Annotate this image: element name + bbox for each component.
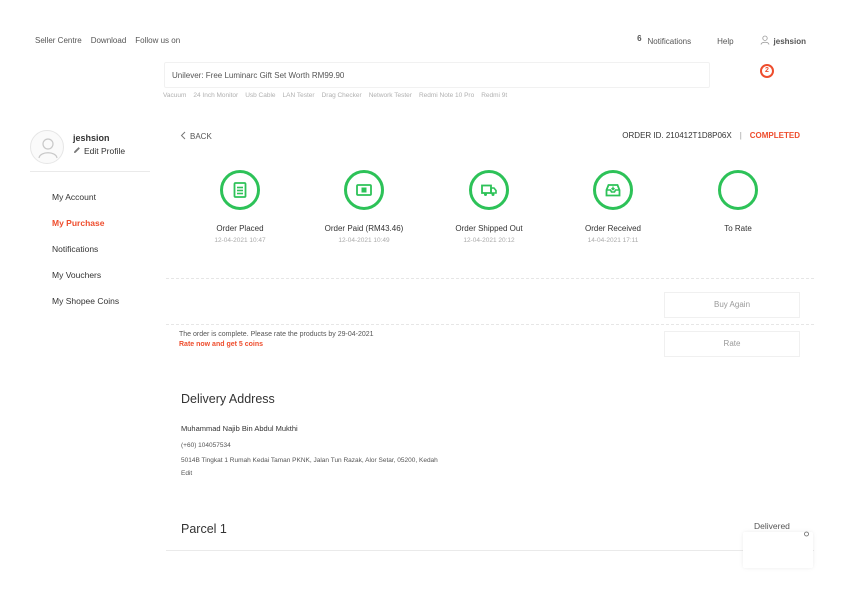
step-order-shipped: Order Shipped Out 12-04-2021 20:12 [434, 170, 544, 244]
order-header-separator: | [739, 131, 742, 140]
chevron-left-icon [180, 131, 186, 142]
step-order-placed: Order Placed 12-04-2021 10:47 [185, 170, 295, 244]
profile-name: jeshsion [73, 133, 110, 143]
user-menu[interactable]: jeshsion [760, 35, 806, 47]
help-link[interactable]: Help [717, 37, 733, 46]
truck-icon [469, 170, 509, 210]
search-hint[interactable]: Redmi 9t [481, 92, 507, 99]
recipient-address: 5014B Tingkat 1 Rumah Kedai Taman PKNK, … [181, 457, 438, 464]
order-complete-message: The order is complete. Please rate the p… [179, 331, 374, 338]
chat-widget[interactable] [743, 532, 813, 568]
chat-indicator-icon [804, 531, 809, 539]
step-order-paid: Order Paid (RM43.46) 12-04-2021 10:49 [309, 170, 419, 244]
rate-button[interactable]: Rate [664, 331, 800, 357]
buy-again-button[interactable]: Buy Again [664, 292, 800, 318]
top-navigation: Seller Centre Download Follow us on 6 No… [0, 0, 842, 60]
nav-right-links: 6 Notifications Help jeshsion [637, 33, 806, 47]
divider [166, 324, 814, 325]
sidebar-item-my-account[interactable]: My Account [52, 192, 119, 218]
search-hint[interactable]: Vacuum [163, 92, 186, 99]
recipient-name: Muhammad Najib Bin Abdul Mukthi [181, 424, 298, 433]
sidebar-item-my-vouchers[interactable]: My Vouchers [52, 270, 119, 296]
rate-promo-text: Rate now and get 5 coins [179, 341, 264, 348]
divider [166, 550, 814, 551]
inbox-icon [593, 170, 633, 210]
edit-profile-label: Edit Profile [84, 146, 126, 156]
search-hint[interactable]: LAN Tester [283, 92, 315, 99]
profile-summary: jeshsion Edit Profile [30, 130, 150, 172]
payment-icon [344, 170, 384, 210]
search-hints: Vacuum 24 Inch Monitor Usb Cable LAN Tes… [163, 92, 507, 99]
back-button[interactable]: BACK [180, 131, 212, 142]
step-time: 12-04-2021 20:12 [463, 237, 515, 244]
step-label: Order Shipped Out [455, 224, 523, 233]
back-label: BACK [190, 132, 212, 141]
divider [166, 278, 814, 279]
step-label: To Rate [724, 224, 752, 233]
delivery-address-title: Delivery Address [181, 392, 275, 406]
parcel-status: Delivered [754, 521, 790, 531]
follow-us-link[interactable]: Follow us on [135, 36, 180, 45]
order-progress-stepper: Order Placed 12-04-2021 10:47 Order Paid… [166, 170, 814, 260]
step-label: Order Placed [216, 224, 264, 233]
pencil-icon [73, 146, 81, 156]
step-time: 12-04-2021 10:49 [338, 237, 390, 244]
step-time: 14-04-2021 17:11 [587, 237, 639, 244]
seller-centre-link[interactable]: Seller Centre [35, 36, 82, 45]
sidebar-item-my-shopee-coins[interactable]: My Shopee Coins [52, 296, 119, 322]
user-icon [760, 35, 770, 47]
search-hint[interactable]: Usb Cable [245, 92, 275, 99]
order-id-label: ORDER ID. 210412T1D8P06X [622, 131, 732, 140]
search-hint[interactable]: Network Tester [369, 92, 412, 99]
notifications-label: Notifications [647, 36, 692, 46]
avatar-placeholder-icon [38, 138, 58, 159]
receipt-icon [220, 170, 260, 210]
search-hint[interactable]: Redmi Note 10 Pro [419, 92, 474, 99]
step-label: Order Received [584, 224, 642, 233]
download-link[interactable]: Download [91, 36, 127, 45]
search-hint[interactable]: 24 Inch Monitor [193, 92, 238, 99]
order-detail-card: BACK ORDER ID. 210412T1D8P06X | COMPLETE… [166, 118, 814, 558]
edit-address-link[interactable]: Edit [181, 470, 192, 477]
search-value: Unilever: Free Luminarc Gift Set Worth R… [172, 71, 345, 80]
sidebar-item-my-purchase[interactable]: My Purchase [52, 218, 119, 244]
search-input[interactable]: Unilever: Free Luminarc Gift Set Worth R… [164, 62, 710, 88]
help-label: Help [717, 36, 734, 46]
step-to-rate: To Rate [683, 170, 793, 237]
star-icon [718, 170, 758, 210]
notifications-link[interactable]: 6 Notifications [637, 33, 692, 46]
recipient-phone: (+60) 104057534 [181, 442, 231, 449]
username-label: jeshsion [773, 36, 806, 46]
step-label: Order Paid (RM43.46) [324, 224, 404, 233]
step-order-received: Order Received 14-04-2021 17:11 [558, 170, 668, 244]
avatar[interactable] [30, 130, 64, 164]
cart-button[interactable]: 2 [757, 63, 775, 79]
sidebar-menu: My Account My Purchase Notifications My … [52, 192, 119, 322]
nav-left-links: Seller Centre Download Follow us on [35, 36, 180, 45]
sidebar-item-notifications[interactable]: Notifications [52, 244, 119, 270]
edit-profile-link[interactable]: Edit Profile [73, 146, 125, 156]
step-time: 12-04-2021 10:47 [214, 237, 266, 244]
order-header: ORDER ID. 210412T1D8P06X | COMPLETED [622, 131, 800, 140]
notifications-count-badge: 6 [637, 33, 642, 43]
parcel-title: Parcel 1 [181, 522, 227, 536]
search-hint[interactable]: Drag Checker [322, 92, 362, 99]
cart-count-badge: 2 [760, 64, 774, 78]
order-status-label: COMPLETED [749, 131, 800, 140]
